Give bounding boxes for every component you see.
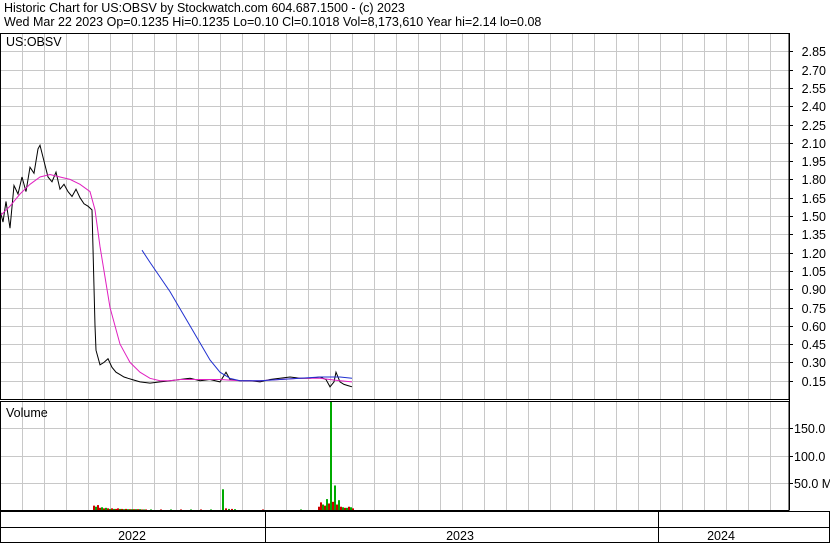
volume-bar xyxy=(107,508,109,510)
volume-bar xyxy=(348,506,350,510)
price-panel-label: US:OBSV xyxy=(6,35,62,49)
volume-bar xyxy=(322,504,324,510)
y-tick-label: 1.20 xyxy=(802,247,826,261)
volume-bar xyxy=(326,499,328,510)
volume-bar xyxy=(99,507,101,510)
y-tick-label: 2.40 xyxy=(802,100,826,114)
volume-tick-label: 50.0 M xyxy=(794,477,830,491)
volume-bar xyxy=(340,506,342,510)
y-tick-label: 0.90 xyxy=(802,283,826,297)
y-tick-label: 1.50 xyxy=(802,210,826,224)
volume-bar xyxy=(103,508,105,510)
volume-panel-label: Volume xyxy=(6,406,48,420)
y-tick-label: 0.45 xyxy=(802,338,826,352)
volume-bar xyxy=(115,508,117,510)
volume-bar xyxy=(330,401,332,510)
volume-bar xyxy=(117,508,119,510)
volume-bar xyxy=(111,508,113,510)
y-tick-label: 2.10 xyxy=(802,137,826,151)
volume-bar xyxy=(225,508,227,510)
grid xyxy=(0,33,789,510)
volume-bar xyxy=(101,507,103,510)
y-tick-label: 0.30 xyxy=(802,356,826,370)
volume-tick-label: 100.0 xyxy=(794,450,825,464)
volume-tick-label: 150.0 xyxy=(794,422,825,436)
y-tick-label: 1.65 xyxy=(802,192,826,206)
y-tick-label: 2.25 xyxy=(802,119,826,133)
volume-bar xyxy=(109,508,111,510)
volume-bar xyxy=(338,500,340,510)
volume-bar xyxy=(336,504,338,510)
volume-bar xyxy=(318,506,320,510)
volume-bar xyxy=(231,508,233,510)
chart-frame xyxy=(0,33,830,543)
y-tick-label: 2.85 xyxy=(802,45,826,59)
volume-bar xyxy=(113,508,115,510)
volume-bar xyxy=(97,505,99,510)
volume-bar xyxy=(119,508,121,510)
stock-chart: Historic Chart for US:OBSV by Stockwatch… xyxy=(0,0,830,543)
volume-bar xyxy=(228,508,230,510)
volume-bar xyxy=(352,508,354,510)
volume-bar xyxy=(350,507,352,510)
volume-bar xyxy=(121,508,123,510)
volume-bar xyxy=(332,501,334,510)
y-tick-label: 0.75 xyxy=(802,302,826,316)
y-tick-label: 2.55 xyxy=(802,82,826,96)
volume-bar xyxy=(320,502,322,510)
chart-canvas: 2.85 2.70 2.55 2.40 2.25 2.10 1.95 1.80 1.65 1.50… xyxy=(0,33,830,543)
y-tick-label: 1.35 xyxy=(802,228,826,242)
x-year-label: 2022 xyxy=(118,529,146,543)
volume-bar xyxy=(344,507,346,510)
volume-bar xyxy=(93,505,95,510)
volume-bar xyxy=(222,489,224,510)
y-tick-label: 1.80 xyxy=(802,173,826,187)
y-tick-label: 1.95 xyxy=(802,155,826,169)
y-tick-label: 0.60 xyxy=(802,320,826,334)
volume-bar xyxy=(342,507,344,510)
volume-bar xyxy=(105,507,107,510)
y-tick-label: 1.05 xyxy=(802,265,826,279)
volume-bar xyxy=(346,507,348,510)
y-tick-label: 2.70 xyxy=(802,64,826,78)
volume-bar xyxy=(328,503,330,510)
volume-bar xyxy=(324,505,326,510)
x-year-label: 2023 xyxy=(446,529,474,543)
series-line-ma_long xyxy=(141,249,353,382)
volume-bar xyxy=(95,506,97,510)
y-tick-label: 0.15 xyxy=(802,375,826,389)
volume-bar xyxy=(125,508,127,510)
x-year-label: 2024 xyxy=(707,529,735,543)
volume-bar xyxy=(334,485,336,510)
